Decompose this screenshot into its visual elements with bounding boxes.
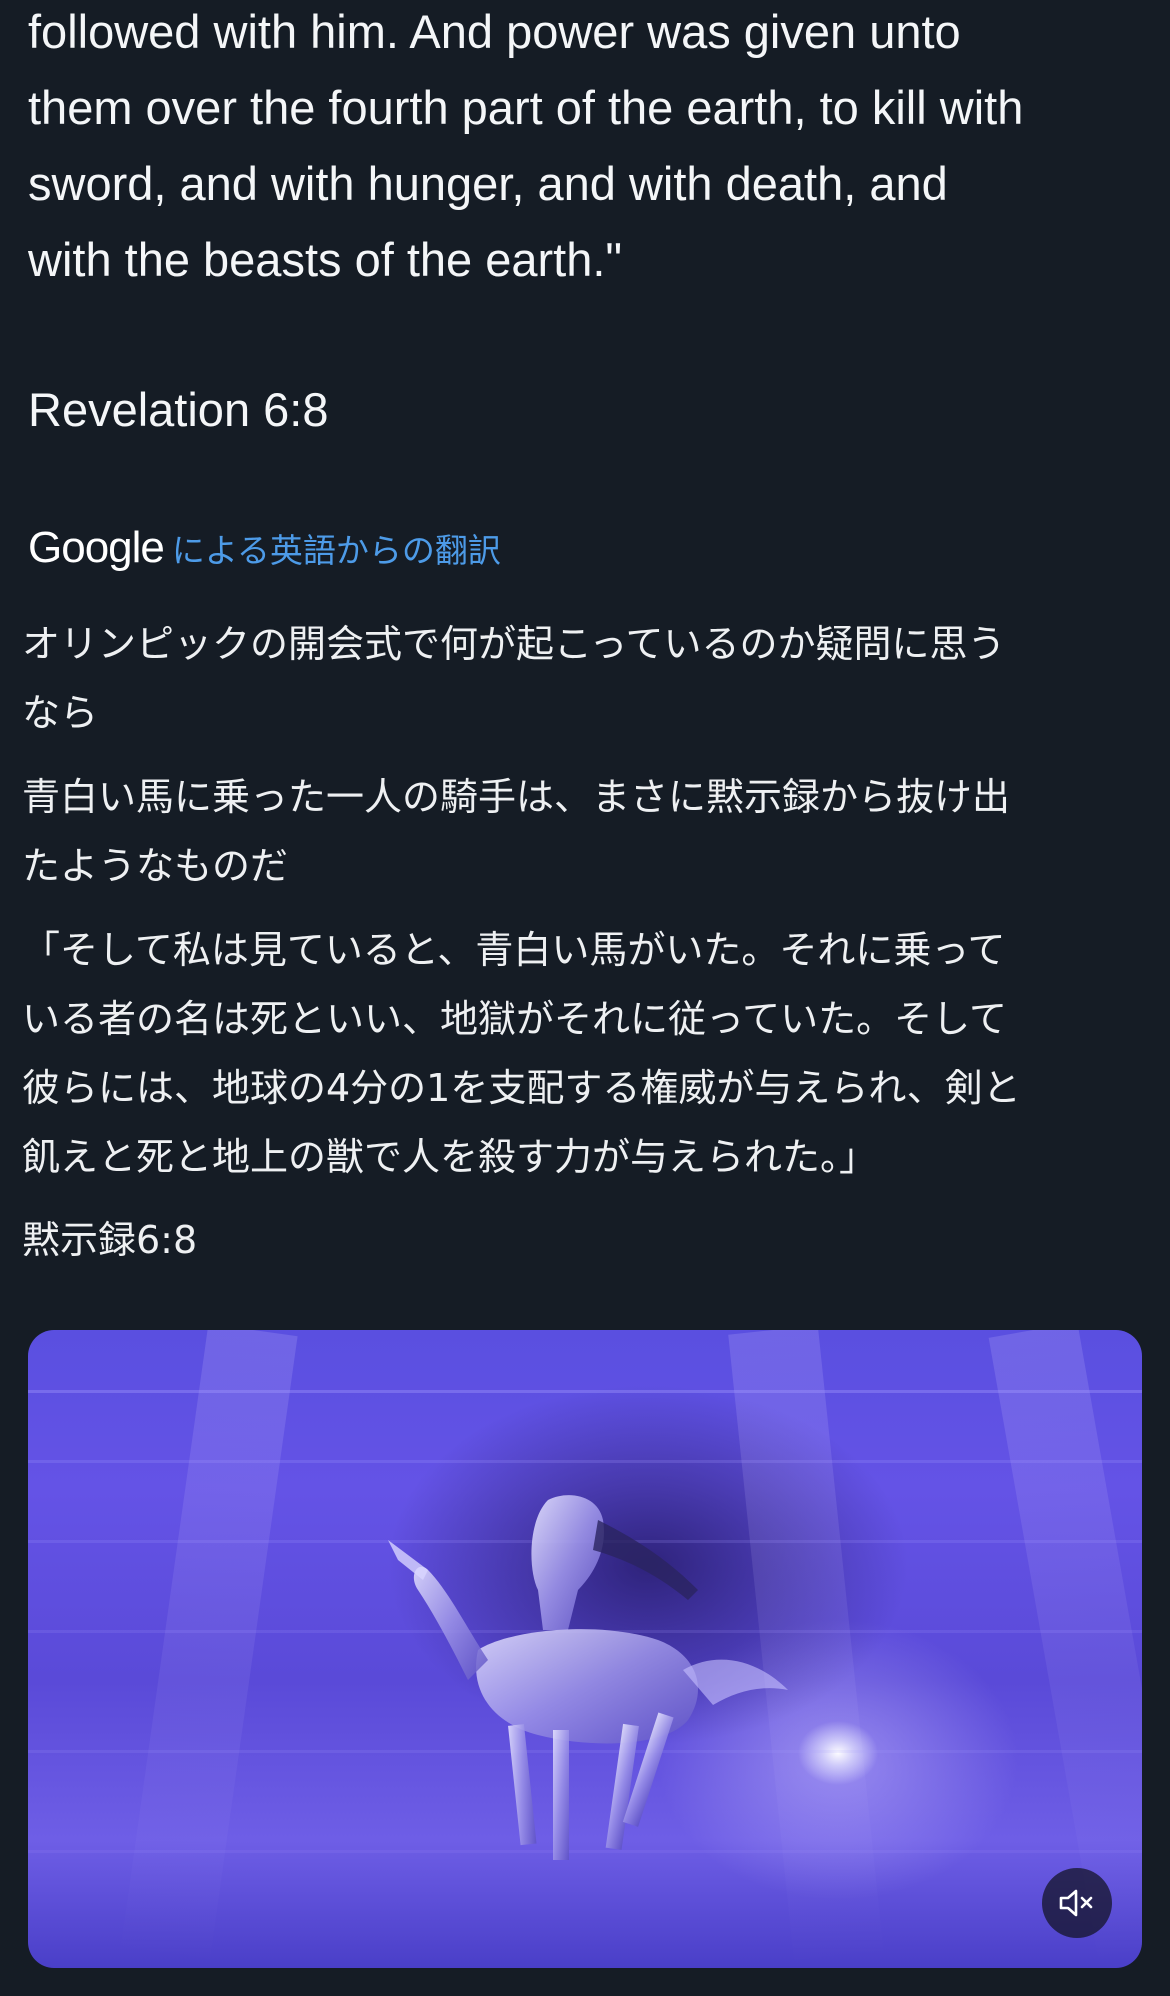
post-content: followed with him. And power was given u… — [0, 0, 1170, 1996]
translated-paragraph: 「そして私は見ていると、青白い馬がいた。それに乗って いる者の名は死といい、地獄… — [22, 916, 1152, 1192]
translated-paragraph: オリンピックの開会式で何が起こっているのか疑問に思う なら — [22, 610, 1152, 748]
translated-reference: 黙示録6:8 — [22, 1218, 198, 1262]
text-line: them over the fourth part of the earth, … — [28, 81, 1024, 134]
text-line: 飢えと死と地上の獣で人を殺す力が与えられた。」 — [22, 1135, 878, 1179]
text-line: 青白い馬に乗った一人の騎手は、まさに黙示録から抜け出 — [22, 775, 1011, 819]
video-player[interactable] — [28, 1330, 1142, 1968]
text-line: いる者の名は死といい、地獄がそれに従っていた。そして — [22, 997, 1007, 1041]
speaker-muted-icon — [1059, 1889, 1093, 1917]
text-line: たようなものだ — [22, 844, 289, 888]
translation-link[interactable]: による英語からの翻訳 — [172, 524, 501, 572]
light-beam — [119, 1330, 298, 1968]
text-line: 「そして私は見ていると、青白い馬がいた。それに乗って — [22, 928, 1006, 972]
water-reflection — [28, 1390, 1142, 1393]
translation-attribution[interactable]: Google による英語からの翻訳 — [28, 518, 501, 578]
text-line: followed with him. And power was given u… — [28, 5, 961, 58]
text-line: with the beasts of the earth." — [28, 233, 623, 286]
mute-button[interactable] — [1042, 1868, 1112, 1938]
water-reflection — [28, 1460, 1142, 1463]
text-line: 彼らには、地球の4分の1を支配する権威が与えられ、剣と — [22, 1066, 1021, 1110]
text-line: sword, and with hunger, and with death, … — [28, 157, 948, 210]
translated-paragraph: 青白い馬に乗った一人の騎手は、まさに黙示録から抜け出 たようなものだ — [22, 763, 1152, 901]
horse-rider-figure — [388, 1495, 788, 1860]
text-line: なら — [22, 691, 99, 735]
text-line: オリンピックの開会式で何が起こっているのか疑問に思う — [22, 622, 1006, 666]
google-logo: Google — [28, 523, 165, 572]
post-original-text: followed with him. And power was given u… — [28, 0, 1148, 298]
post-reference: Revelation 6:8 — [28, 383, 329, 436]
